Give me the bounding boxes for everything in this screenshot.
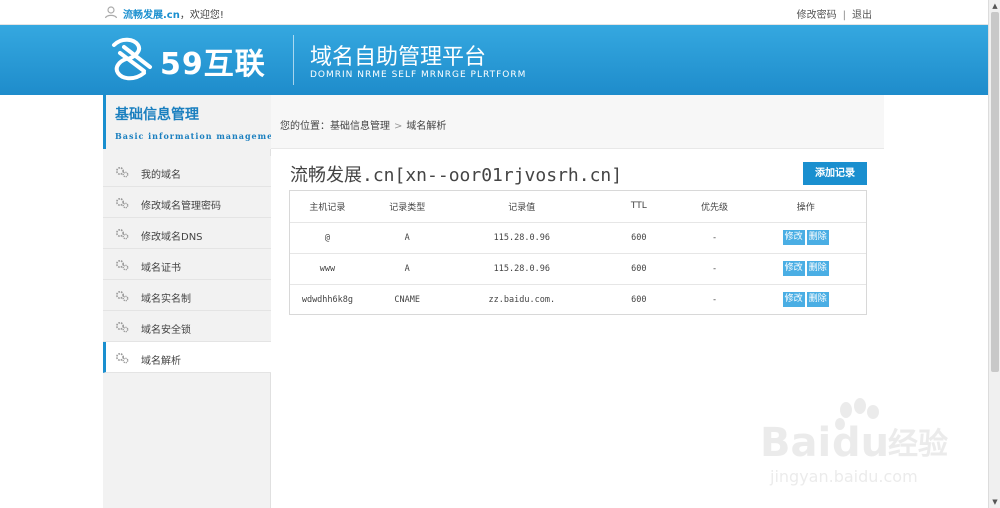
sidebar-subtitle: Basic information management bbox=[115, 131, 285, 141]
cell-priority: - bbox=[683, 222, 746, 254]
page: 流畅发展.cn，欢迎您! 修改密码 | 退出 59互联 域名自助管理平台 DOMRI… bbox=[0, 0, 1000, 508]
cell-type: A bbox=[364, 253, 450, 285]
scroll-up-icon[interactable]: ▲ bbox=[990, 1, 1000, 11]
header-divider bbox=[293, 35, 294, 85]
cell-host: @ bbox=[290, 222, 365, 254]
cell-value: 115.28.0.96 bbox=[449, 253, 595, 285]
user-icon bbox=[104, 6, 118, 19]
edit-button[interactable]: 修改 bbox=[782, 230, 805, 245]
page-title: 流畅发展.cn[xn--oor01rjvosrh.cn] bbox=[290, 165, 623, 186]
gear-icon bbox=[115, 166, 129, 178]
table-row: @ A 115.28.0.96 600 - 修改 删除 bbox=[290, 222, 866, 254]
column-header-actions: 操作 bbox=[745, 191, 866, 223]
svg-text:jingyan.baidu.com: jingyan.baidu.com bbox=[769, 467, 918, 486]
delete-button[interactable]: 删除 bbox=[806, 261, 829, 276]
sidebar-item-domain-certificate[interactable]: 域名证书 bbox=[103, 249, 271, 280]
svg-text:du: du bbox=[832, 420, 889, 466]
cell-type: CNAME bbox=[394, 294, 420, 305]
username-link[interactable]: 流畅发展.cn bbox=[123, 10, 180, 21]
top-links: 修改密码 | 退出 bbox=[797, 6, 872, 21]
baidu-jingyan-watermark: Bai du 经验 jingyan.baidu.com bbox=[760, 398, 948, 486]
sidebar-item-change-domain-password[interactable]: 修改域名管理密码 bbox=[103, 187, 271, 218]
vertical-scrollbar[interactable]: ▲ ▼ bbox=[988, 0, 1000, 508]
add-record-button[interactable]: 添加记录 bbox=[803, 162, 867, 185]
gear-icon bbox=[115, 290, 129, 302]
edit-button[interactable]: 修改 bbox=[782, 292, 805, 308]
table-row: www A 115.28.0.96 600 - 修改 删除 bbox=[290, 253, 866, 285]
sidebar-menu: 我的域名 修改域名管理密码 修改域名DNS 域名证书 域名实名制 域名安全锁 域… bbox=[103, 156, 271, 373]
breadcrumb-bar: 您的位置：基础信息管理 > 域名解析 bbox=[271, 95, 884, 149]
cell-type: A bbox=[364, 222, 450, 254]
header-banner: 59互联 域名自助管理平台 DOMRIN NRME SELF MRNRGE PL… bbox=[0, 25, 988, 95]
breadcrumb-level1[interactable]: 基础信息管理 bbox=[330, 121, 390, 132]
column-header-ttl: TTL bbox=[594, 191, 684, 223]
svg-text:经验: 经验 bbox=[888, 427, 948, 462]
cell-ttl: 600 bbox=[631, 294, 647, 305]
breadcrumb-level2: 域名解析 bbox=[406, 121, 447, 132]
sidebar-item-security-lock[interactable]: 域名安全锁 bbox=[103, 311, 271, 342]
column-header-type: 记录类型 bbox=[364, 191, 450, 223]
sidebar-item-label: 域名实名制 bbox=[141, 294, 191, 305]
sidebar-item-label: 域名解析 bbox=[141, 356, 181, 367]
cell-actions: 修改 删除 bbox=[745, 284, 866, 315]
cell-actions: 修改 删除 bbox=[745, 253, 866, 285]
sidebar-item-label: 域名证书 bbox=[141, 263, 181, 274]
cell-priority: - bbox=[683, 253, 746, 285]
logo-icon[interactable] bbox=[104, 31, 160, 87]
cell-ttl: 600 bbox=[594, 253, 684, 285]
table-row: wdwdhh6k8g CNAME zz.baidu.com. 600 - 修改删… bbox=[290, 284, 866, 315]
breadcrumb-arrow-icon: > bbox=[394, 121, 403, 132]
cell-host: www bbox=[290, 253, 365, 285]
gear-icon bbox=[115, 259, 129, 271]
welcome-message: 流畅发展.cn，欢迎您! bbox=[123, 6, 224, 21]
delete-button[interactable]: 删除 bbox=[806, 292, 829, 308]
column-header-value: 记录值 bbox=[449, 191, 595, 223]
gear-icon bbox=[115, 197, 129, 209]
column-header-host: 主机记录 bbox=[290, 191, 365, 223]
cell-actions: 修改 删除 bbox=[745, 222, 866, 254]
edit-button[interactable]: 修改 bbox=[782, 261, 805, 276]
delete-button[interactable]: 删除 bbox=[806, 230, 829, 245]
scrollbar-thumb[interactable] bbox=[991, 12, 999, 372]
gear-icon bbox=[115, 352, 129, 364]
top-bar: 流畅发展.cn，欢迎您! 修改密码 | 退出 bbox=[0, 0, 988, 25]
cell-value: zz.baidu.com. bbox=[488, 294, 556, 305]
logo-text: 59互联 bbox=[160, 47, 266, 82]
column-header-priority: 优先级 bbox=[683, 191, 746, 223]
breadcrumb: 您的位置：基础信息管理 > 域名解析 bbox=[280, 117, 446, 132]
sidebar-item-label: 我的域名 bbox=[141, 170, 181, 181]
scroll-down-icon[interactable]: ▼ bbox=[990, 497, 1000, 507]
sidebar-item-my-domains[interactable]: 我的域名 bbox=[103, 156, 271, 187]
sidebar-title: 基础信息管理 bbox=[115, 107, 199, 123]
sidebar-item-real-name[interactable]: 域名实名制 bbox=[103, 280, 271, 311]
cell-host: wdwdhh6k8g bbox=[301, 294, 354, 305]
sidebar-item-label: 修改域名管理密码 bbox=[141, 201, 221, 212]
greeting-text: ，欢迎您! bbox=[179, 10, 224, 21]
sidebar-item-label: 域名安全锁 bbox=[141, 325, 191, 336]
sidebar: 基础信息管理 Basic information management 我的域名… bbox=[103, 95, 284, 508]
cell-value: 115.28.0.96 bbox=[449, 222, 595, 254]
platform-subtitle: DOMRIN NRME SELF MRNRGE PLRTFORM bbox=[310, 70, 527, 80]
change-password-link[interactable]: 修改密码 bbox=[797, 10, 837, 21]
breadcrumb-prefix: 您的位置： bbox=[280, 121, 330, 132]
svg-text:Bai: Bai bbox=[760, 420, 831, 466]
dns-records-table: 主机记录 记录类型 记录值 TTL 优先级 操作 @ A 115.28.0.96… bbox=[289, 190, 867, 315]
platform-title: 域名自助管理平台 bbox=[310, 45, 487, 70]
gear-icon bbox=[115, 321, 129, 333]
sidebar-item-label: 修改域名DNS bbox=[141, 232, 203, 243]
cell-priority: - bbox=[711, 294, 718, 305]
sidebar-item-change-dns[interactable]: 修改域名DNS bbox=[103, 218, 271, 249]
sidebar-item-dns-resolution[interactable]: 域名解析 bbox=[103, 342, 271, 373]
table-header-row: 主机记录 记录类型 记录值 TTL 优先级 操作 bbox=[290, 191, 866, 223]
cell-ttl: 600 bbox=[594, 222, 684, 254]
logout-link[interactable]: 退出 bbox=[852, 10, 872, 21]
top-links-separator: | bbox=[842, 10, 846, 21]
gear-icon bbox=[115, 228, 129, 240]
sidebar-header: 基础信息管理 Basic information management bbox=[103, 95, 284, 149]
